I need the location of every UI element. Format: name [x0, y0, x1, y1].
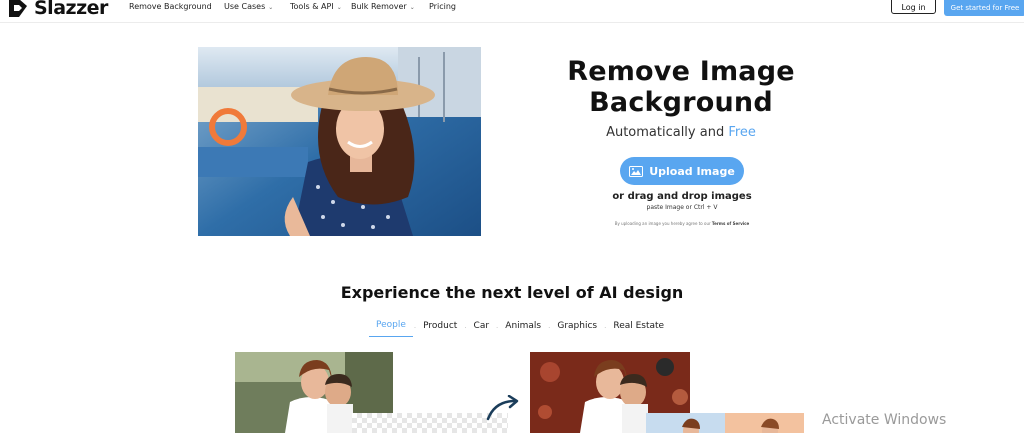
edited-variant-peach [725, 413, 804, 433]
hero-subtitle: Automatically and Free [606, 125, 756, 140]
hero-title: Remove Image Background [567, 56, 795, 118]
chevron-down-icon: ⌄ [336, 4, 342, 11]
tab-people[interactable]: People [369, 318, 413, 337]
nav-use-cases[interactable]: Use Cases ⌄ [224, 2, 273, 11]
terms-notice: By uploading an image you hereby agree t… [614, 221, 750, 226]
terms-of-service-link[interactable]: Terms of Service [712, 221, 749, 226]
tab-car[interactable]: Car [468, 319, 496, 337]
category-tabs: People · Product · Car · Animals · Graph… [369, 318, 670, 337]
drag-drop-text: or drag and drop images [612, 191, 752, 202]
slazzer-logo-icon [9, 0, 27, 17]
nav-remove-background[interactable]: Remove Background [129, 2, 212, 11]
section-title: Experience the next level of AI design [340, 283, 684, 302]
tab-product[interactable]: Product [417, 319, 463, 337]
windows-activation-watermark: Activate Windows [822, 412, 947, 428]
nav-tools-api[interactable]: Tools & API ⌄ [290, 2, 342, 11]
arrow-right-icon [486, 395, 519, 421]
hero-sample-photo [198, 47, 481, 236]
nav-bulk-remover[interactable]: Bulk Remover ⌄ [351, 2, 415, 11]
chevron-down-icon: ⌄ [409, 4, 415, 11]
tab-animals[interactable]: Animals [499, 319, 547, 337]
image-icon [629, 165, 644, 177]
login-button[interactable]: Log in [891, 0, 936, 14]
brand-name: Slazzer [34, 0, 108, 19]
tab-graphics[interactable]: Graphics [551, 319, 603, 337]
chevron-down-icon: ⌄ [268, 4, 274, 11]
edited-variant-blue [646, 413, 726, 433]
upload-image-button[interactable]: Upload Image [620, 157, 744, 185]
tab-real-estate[interactable]: Real Estate [607, 319, 670, 337]
get-started-button[interactable]: Get started for Free [944, 0, 1024, 16]
nav-pricing[interactable]: Pricing [429, 2, 456, 11]
brand-logo[interactable]: Slazzer [6, 0, 108, 19]
upload-image-label: Upload Image [649, 164, 735, 178]
paste-hint: paste Image or Ctrl + V [646, 204, 718, 211]
top-navigation: Slazzer Remove Background Use Cases ⌄ Too… [0, 0, 1024, 23]
